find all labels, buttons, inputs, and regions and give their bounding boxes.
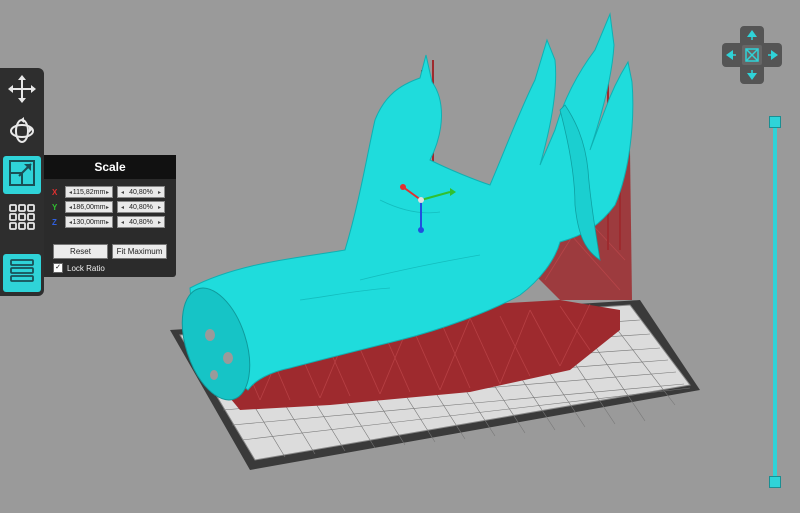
decrement-icon[interactable]: ◂ [121, 189, 124, 196]
layer-slider-bottom-handle[interactable] [769, 476, 781, 488]
scale-row-y: Y [52, 201, 62, 213]
increment-icon[interactable]: ▸ [158, 204, 161, 211]
axis-label-y: Y [52, 202, 58, 212]
decrement-icon[interactable]: ◂ [121, 219, 124, 226]
view-navigation-control[interactable] [722, 26, 782, 84]
arrange-grid-icon [7, 202, 37, 237]
left-toolbar [0, 68, 44, 296]
axis-label-x: X [52, 187, 58, 197]
reset-button[interactable]: Reset [53, 244, 108, 259]
scale-tool-button[interactable] [3, 156, 41, 194]
layers-icon [7, 256, 37, 291]
rotate-icon [7, 116, 37, 151]
decrement-icon[interactable]: ◂ [69, 189, 72, 196]
scale-row-x: X [52, 186, 62, 198]
axis-label-z: Z [52, 217, 57, 227]
scale-row-z: Z [52, 216, 62, 228]
increment-icon[interactable]: ▸ [158, 219, 161, 226]
increment-icon[interactable]: ▸ [158, 189, 161, 196]
increment-icon[interactable]: ▸ [106, 204, 109, 211]
panel-title: Scale [44, 155, 176, 179]
decrement-icon[interactable]: ◂ [121, 204, 124, 211]
fit-maximum-button[interactable]: Fit Maximum [112, 244, 167, 259]
supports-tool-button[interactable] [3, 254, 41, 292]
layer-slider-top-handle[interactable] [769, 116, 781, 128]
increment-icon[interactable]: ▸ [106, 189, 109, 196]
scale-icon [7, 158, 37, 193]
lock-ratio-label: Lock Ratio [67, 263, 105, 273]
percent-z-input[interactable]: ◂ 40,80% ▸ [117, 216, 165, 228]
size-z-input[interactable]: ◂ 130,00mm ▸ [65, 216, 113, 228]
percent-x-input[interactable]: ◂ 40,80% ▸ [117, 186, 165, 198]
move-tool-button[interactable] [3, 72, 41, 110]
move-icon [7, 74, 37, 109]
arrange-tool-button[interactable] [3, 200, 41, 238]
checkmark-icon[interactable]: ✓ [53, 263, 63, 273]
layer-slider-track[interactable] [773, 120, 777, 484]
percent-y-input[interactable]: ◂ 40,80% ▸ [117, 201, 165, 213]
size-x-input[interactable]: ◂ 115,82mm ▸ [65, 186, 113, 198]
size-y-input[interactable]: ◂ 186,00mm ▸ [65, 201, 113, 213]
rotate-tool-button[interactable] [3, 114, 41, 152]
lock-ratio-checkbox[interactable]: ✓ Lock Ratio [53, 263, 105, 273]
increment-icon[interactable]: ▸ [106, 219, 109, 226]
view-navigation-cube-icon[interactable] [722, 26, 782, 84]
